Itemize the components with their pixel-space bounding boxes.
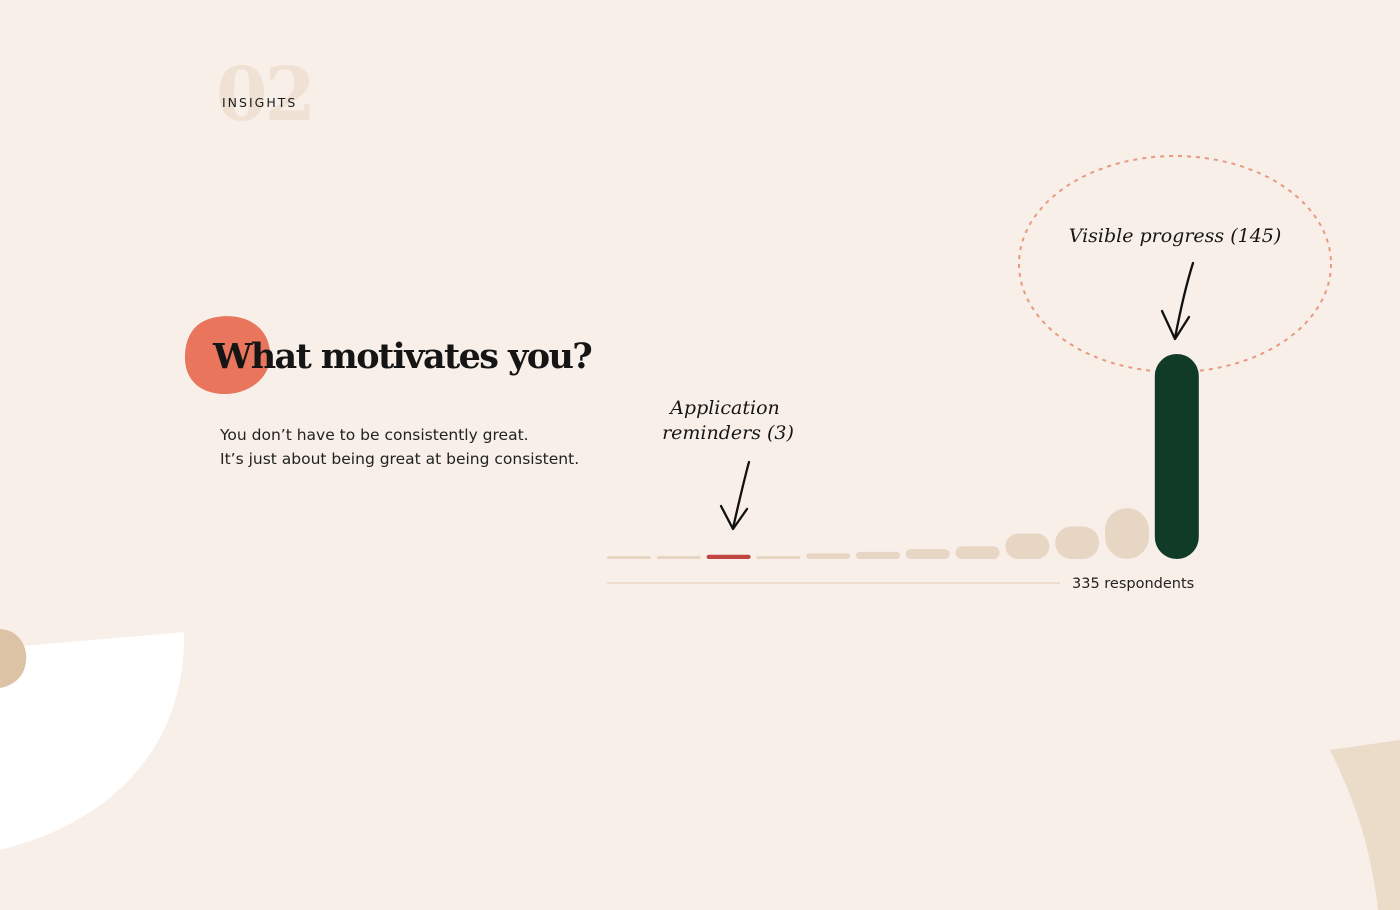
- bar-2: [656, 556, 701, 559]
- bar-4: [756, 556, 801, 559]
- bar-1: [607, 556, 651, 559]
- annotation-line: Visible progress (145): [1069, 225, 1282, 247]
- bar-3: [706, 554, 751, 559]
- bar-12: [1154, 354, 1199, 559]
- bar-5: [806, 553, 851, 559]
- bar-8: [955, 546, 1000, 559]
- annotation-line: reminders (3): [662, 422, 794, 444]
- arrow-icon: [1160, 261, 1195, 341]
- bar-7: [905, 549, 950, 559]
- annotation-line: Application: [668, 397, 780, 419]
- arrow-icon: [719, 460, 751, 531]
- chart: 335 respondents Application reminders (3…: [607, 155, 1332, 592]
- respondents-label: 335 respondents: [1072, 576, 1194, 592]
- bar-9: [1005, 533, 1050, 559]
- bar-11: [1105, 508, 1149, 559]
- bar-6: [856, 551, 900, 559]
- annotation-application-reminders: Application reminders (3): [662, 397, 794, 444]
- annotation-visible-progress: Visible progress (145): [1069, 225, 1282, 247]
- bar-10: [1055, 526, 1100, 559]
